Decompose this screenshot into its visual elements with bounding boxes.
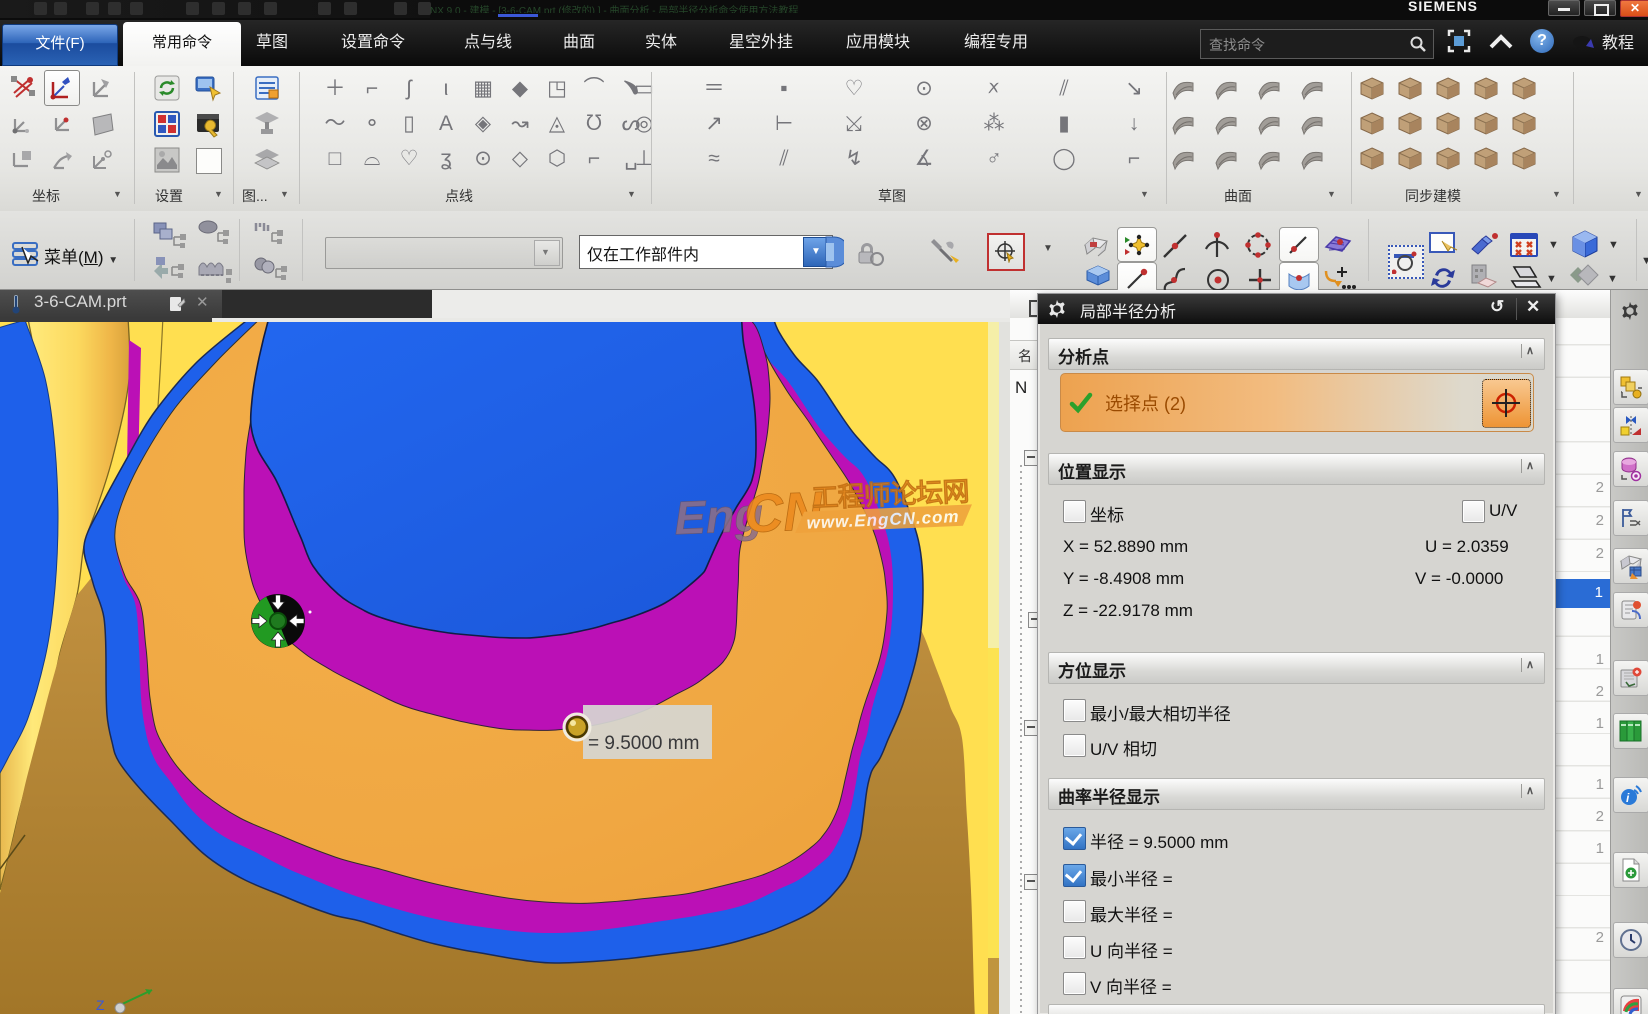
svg-text:Z: Z	[96, 997, 105, 1013]
svg-text:= 9.5000 mm: = 9.5000 mm	[588, 733, 699, 754]
